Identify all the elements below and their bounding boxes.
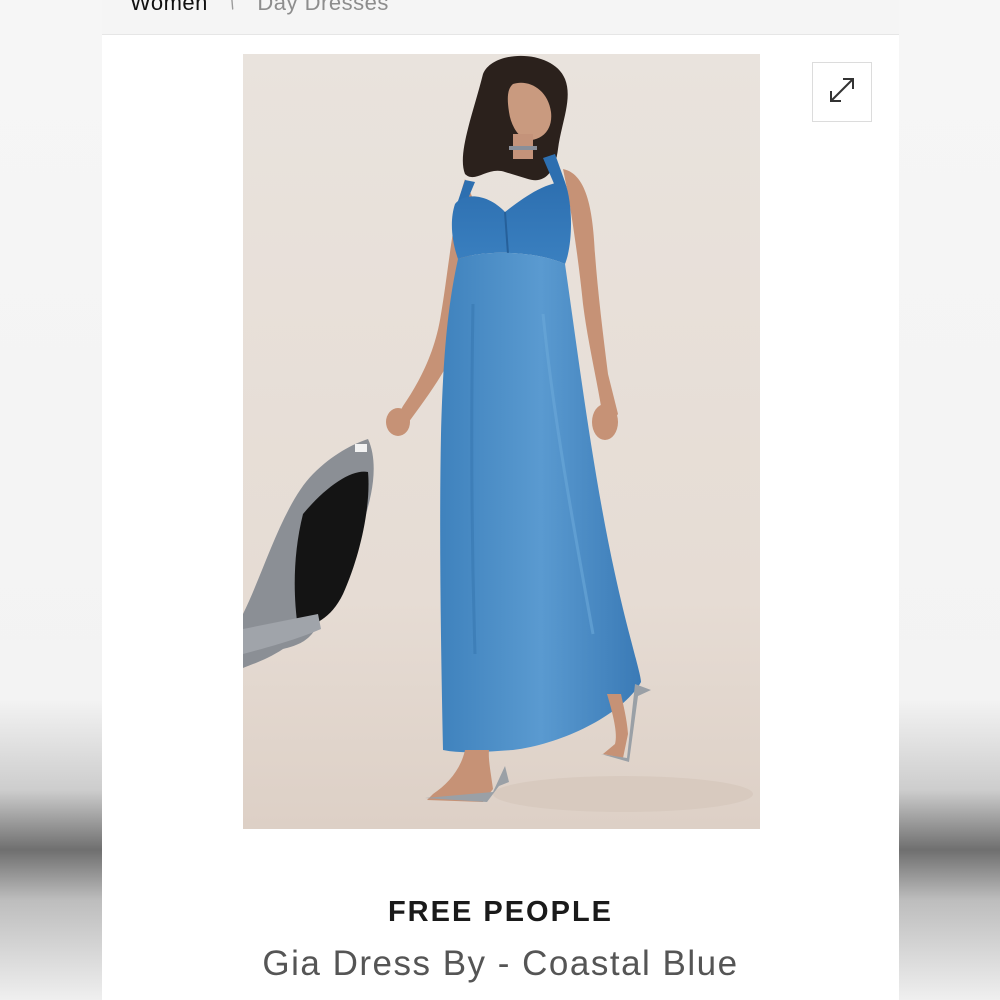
product-image[interactable] (243, 54, 760, 829)
product-panel: Women / Day Dresses FREE PEOPLE Gia Dres… (102, 0, 899, 1000)
breadcrumb-item-day-dresses[interactable]: Day Dresses (257, 0, 388, 16)
expand-diagonal-arrows-icon (828, 76, 856, 109)
expand-button[interactable] (812, 62, 872, 122)
product-brand[interactable]: FREE PEOPLE (102, 896, 899, 929)
breadcrumb: Women / Day Dresses (130, 0, 389, 16)
breadcrumb-item-women[interactable]: Women (130, 0, 208, 16)
breadcrumb-bar: Women / Day Dresses (102, 0, 899, 35)
background-blur-right (899, 0, 1000, 1000)
product-title: Gia Dress By - Coastal Blue (262, 944, 739, 983)
breadcrumb-separator-icon: / (226, 0, 239, 13)
background-blur-left (0, 0, 102, 1000)
